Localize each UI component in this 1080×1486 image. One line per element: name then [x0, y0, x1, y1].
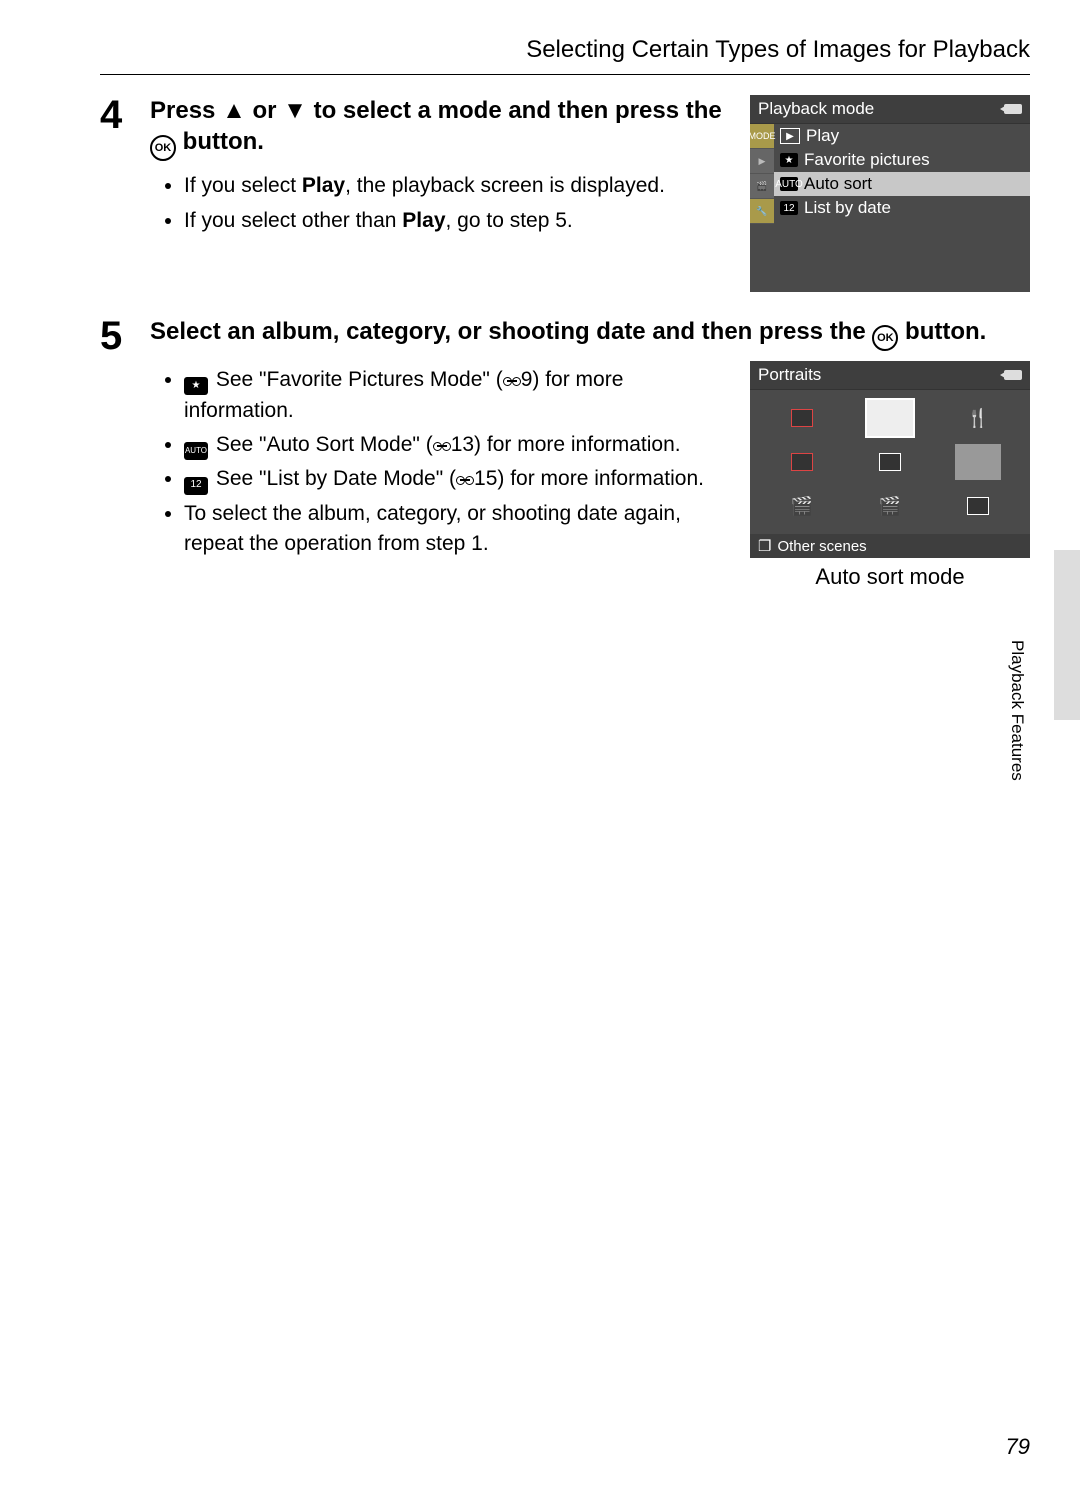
t: Play: [402, 209, 445, 232]
landscape-icon: [791, 453, 813, 471]
grid-cell[interactable]: [846, 440, 934, 484]
screen2-titlebar: Portraits: [750, 361, 1030, 390]
grid-cell[interactable]: 🎬: [846, 484, 934, 528]
down-triangle-icon: ▼: [283, 97, 307, 124]
side-tab-icon: 🔧: [750, 199, 774, 224]
step4-bullet-1: If you select Play, the playback screen …: [184, 171, 726, 201]
thumbnail-image: [867, 400, 913, 436]
reference-icon: [503, 375, 521, 387]
step4-bullet-2: If you select other than Play, go to ste…: [184, 206, 726, 236]
grid-cell[interactable]: [758, 396, 846, 440]
menu-item-auto-sort[interactable]: AUTO Auto sort: [774, 172, 1030, 196]
thumbnail-image: [955, 444, 1001, 480]
t: , go to step 5.: [446, 209, 573, 232]
step-4-bullets: If you select Play, the playback screen …: [150, 171, 726, 236]
side-tab-icon: ▶: [750, 149, 774, 174]
date-icon: 12: [184, 477, 208, 495]
step4-text-c: to select a mode and then press the: [307, 97, 722, 124]
ok-button-icon: OK: [150, 135, 176, 161]
step-5-number: 5: [100, 316, 132, 590]
t: See "Auto Sort Mode" (: [210, 433, 433, 456]
step-5-heading: Select an album, category, or shooting d…: [150, 316, 1030, 351]
screen1-sidetabs: MODE ▶ 🎬 🔧: [750, 124, 774, 292]
grid-cell[interactable]: 🎬: [758, 484, 846, 528]
step4-text-d: button.: [176, 128, 264, 155]
copy-icon: [967, 497, 989, 515]
movie-icon: 🎬: [879, 496, 901, 517]
side-tab-icon: 🎬: [750, 174, 774, 199]
step-4-number: 4: [100, 95, 132, 292]
label: List by date: [804, 198, 891, 218]
play-icon: ▶: [780, 128, 800, 144]
step5-bullet-date: 12 See "List by Date Mode" ( 15) for more…: [184, 464, 726, 494]
t: 13) for more information.: [451, 433, 681, 456]
step5-bullet-fav: ★ See "Favorite Pictures Mode" (9) for m…: [184, 365, 726, 426]
step5-bullet-repeat: To select the album, category, or shooti…: [184, 499, 726, 560]
step4-text-b: or: [246, 97, 283, 124]
step5-bullet-auto: AUTO See "Auto Sort Mode" ( 13) for more …: [184, 430, 726, 460]
menu-item-favorite[interactable]: ★ Favorite pictures: [774, 148, 1030, 172]
screen2-caption: Auto sort mode: [750, 564, 1030, 590]
section-tab: [1054, 550, 1080, 720]
grid-cell[interactable]: [934, 484, 1022, 528]
t: See "List by Date Mode" (: [210, 467, 456, 490]
auto-icon: AUTO: [184, 442, 208, 460]
reference-icon: [456, 474, 474, 486]
header-rule: [100, 74, 1030, 75]
label: Auto sort: [804, 174, 872, 194]
t: button.: [898, 318, 986, 345]
step-5: 5 Select an album, category, or shooting…: [100, 316, 1030, 590]
t: 15) for more information.: [474, 467, 704, 490]
label: Favorite pictures: [804, 150, 930, 170]
step-4-heading: Press ▲ or ▼ to select a mode and then p…: [150, 95, 726, 161]
t: If you select: [184, 174, 302, 197]
grid-cell[interactable]: [934, 440, 1022, 484]
grid-cell[interactable]: [846, 396, 934, 440]
label: Play: [806, 126, 839, 146]
menu-item-list-by-date[interactable]: 12 List by date: [774, 196, 1030, 220]
step-4: 4 Press ▲ or ▼ to select a mode and then…: [100, 95, 1030, 292]
step4-text-a: Press: [150, 97, 222, 124]
movie-icon: 🎬: [791, 496, 813, 517]
page-header: Selecting Certain Types of Images for Pl…: [100, 36, 1030, 64]
date-icon: 12: [780, 201, 798, 215]
star-icon: ★: [780, 153, 798, 167]
step-5-bullets: ★ See "Favorite Pictures Mode" (9) for m…: [150, 365, 726, 560]
portrait-icon: [791, 409, 813, 427]
screen2-footer: ❐ Other scenes: [750, 534, 1030, 558]
back-icon: [1004, 104, 1022, 114]
t: Select an album, category, or shooting d…: [150, 318, 872, 345]
auto-sort-screen: Portraits 🍴 🎬 🎬: [750, 361, 1030, 558]
ok-button-icon: OK: [872, 325, 898, 351]
auto-icon: AUTO: [780, 177, 798, 191]
screen1-titlebar: Playback mode: [750, 95, 1030, 124]
t: If you select other than: [184, 209, 402, 232]
back-icon: [1004, 370, 1022, 380]
grid-cell[interactable]: 🍴: [934, 396, 1022, 440]
footer-text: Other scenes: [777, 538, 866, 555]
playback-mode-screen: Playback mode MODE ▶ 🎬 🔧 ▶ Play ★ Favorite…: [750, 95, 1030, 292]
screen2-title: Portraits: [758, 365, 821, 385]
grid-cell[interactable]: [758, 440, 846, 484]
thumbnail-icon: [879, 453, 901, 471]
mode-tab-icon: MODE: [750, 124, 774, 149]
t: , the playback screen is displayed.: [345, 174, 665, 197]
food-icon: 🍴: [967, 408, 989, 429]
t: See "Favorite Pictures Mode" (: [210, 368, 503, 391]
up-triangle-icon: ▲: [222, 97, 246, 124]
side-section-label: Playback Features: [1007, 640, 1027, 781]
folder-icon: ❐: [758, 537, 771, 555]
menu-item-play[interactable]: ▶ Play: [774, 124, 1030, 148]
screen1-title: Playback mode: [758, 99, 874, 119]
page-number: 79: [1006, 1434, 1030, 1460]
t: Play: [302, 174, 345, 197]
reference-icon: [433, 440, 451, 452]
star-icon: ★: [184, 377, 208, 395]
category-grid: 🍴 🎬 🎬: [750, 390, 1030, 534]
